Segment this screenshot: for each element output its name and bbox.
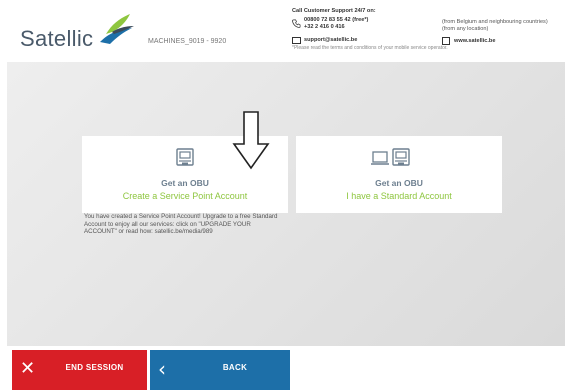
support-note-2: (from any location) bbox=[442, 26, 489, 32]
end-session-button[interactable]: ✕ END SESSION bbox=[12, 350, 147, 390]
logo-text: Satellic bbox=[20, 26, 94, 51]
obu-device-icon bbox=[176, 148, 194, 166]
support-website[interactable]: www.satellic.be bbox=[454, 38, 495, 45]
down-arrow-icon bbox=[232, 111, 270, 170]
back-label: BACK bbox=[222, 363, 248, 372]
phone-icon bbox=[292, 19, 301, 28]
support-title: Call Customer Support 24/7 on: bbox=[292, 8, 376, 14]
main-panel: Get an OBU Create a Service Point Accoun… bbox=[7, 62, 565, 346]
header: Satellic MACHINES_9019 - 9920 Call Custo… bbox=[0, 0, 573, 62]
support-phone-2: +32 2 416 0 416 bbox=[304, 24, 345, 30]
computer-obu-icon bbox=[371, 148, 410, 166]
bird-logo-icon bbox=[100, 14, 134, 44]
card-title: Get an OBU bbox=[375, 178, 423, 188]
support-phone-1: 00800 72 83 55 42 (free*) bbox=[304, 17, 369, 23]
machine-id: MACHINES_9019 - 9920 bbox=[148, 38, 227, 45]
support-email[interactable]: support@satellic.be bbox=[304, 37, 357, 44]
upgrade-account-text: You have created a Service Point Account… bbox=[84, 213, 278, 236]
end-session-label: END SESSION bbox=[65, 363, 124, 372]
support-note-1: (from Belgium and neighbouring countries… bbox=[442, 19, 548, 25]
support-disclaimer: *Please read the terms and conditions of… bbox=[292, 45, 448, 51]
mail-icon bbox=[292, 37, 301, 44]
card-subtitle: Create a Service Point Account bbox=[122, 191, 248, 201]
get-obu-standard-account-card[interactable]: Get an OBU I have a Standard Account bbox=[296, 136, 502, 213]
web-icon bbox=[442, 37, 450, 45]
card-subtitle: I have a Standard Account bbox=[346, 191, 452, 201]
customer-support-info: Call Customer Support 24/7 on: 00800 72 … bbox=[292, 8, 564, 58]
satellic-logo: Satellic bbox=[20, 12, 134, 52]
card-title: Get an OBU bbox=[161, 178, 209, 188]
bottom-bar: ✕ END SESSION ‹ BACK bbox=[0, 346, 573, 390]
back-button[interactable]: ‹ BACK bbox=[150, 350, 290, 390]
